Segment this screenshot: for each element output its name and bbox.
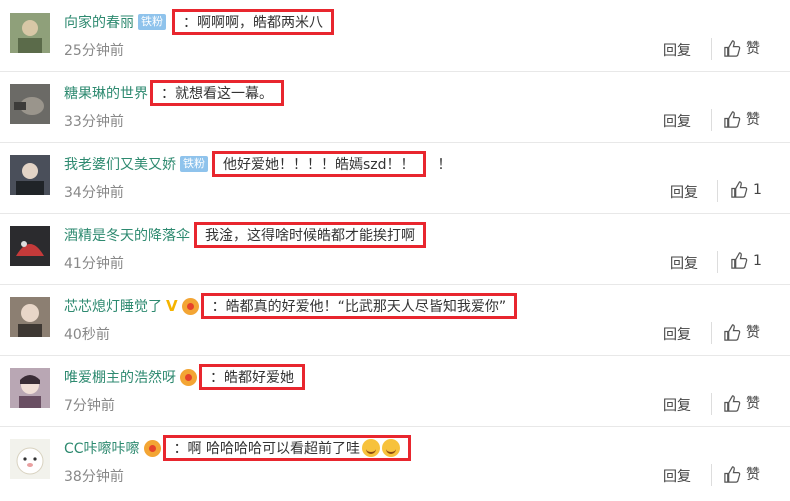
like-count: 1 (753, 252, 762, 269)
like-label: 赞 (746, 396, 760, 412)
reply-button[interactable]: 回复 (670, 253, 698, 273)
like-button[interactable]: 1 (730, 251, 762, 270)
vip-icon (180, 368, 197, 386)
username-link[interactable]: 唯爱棚主的浩然呀 (64, 367, 176, 387)
username-link[interactable]: 芯芯熄灯睡觉了 (64, 296, 162, 316)
avatar[interactable] (10, 368, 50, 408)
reply-button[interactable]: 回复 (663, 324, 691, 344)
username-link[interactable]: CC咔嚓咔嚓 (64, 438, 140, 458)
avatar[interactable] (10, 297, 50, 337)
laughing-emoji-icon (362, 439, 381, 457)
comment-item: 酒精是冬天的降落伞 我淦，这得啥时候皓都才能挨打啊 41分钟前 回复 1 (0, 213, 790, 285)
like-button[interactable]: 赞 (723, 322, 760, 342)
reply-button[interactable]: 回复 (663, 466, 691, 486)
comment-item: 我老婆们又美又娇 铁粉 他好爱她！！！！皓嫣szd！！ ！ 34分钟前 回复 1 (0, 142, 790, 214)
like-button[interactable]: 赞 (723, 464, 760, 484)
avatar[interactable] (10, 155, 50, 195)
reply-button[interactable]: 回复 (663, 40, 691, 60)
comment-text: 他好爱她！！！！皓嫣szd！！ (212, 151, 426, 177)
comment-time: 41分钟前 (64, 256, 124, 272)
comment-text-tail: ！ (437, 157, 452, 173)
thumbs-up-icon (723, 39, 742, 58)
username-link[interactable]: 向家的春丽 (64, 12, 134, 32)
comment-text-body: ：啊 哈哈哈哈可以看超前了哇 (173, 441, 361, 457)
like-label: 赞 (746, 325, 760, 341)
divider (717, 251, 718, 273)
comment-time: 25分钟前 (64, 43, 124, 59)
comment-time: 33分钟前 (64, 114, 124, 130)
username-link[interactable]: 我老婆们又美又娇 (64, 154, 176, 174)
vip-icon (181, 297, 199, 315)
like-label: 赞 (746, 112, 760, 128)
thumbs-up-icon (723, 465, 742, 484)
avatar[interactable] (10, 84, 50, 124)
comment-time: 40秒前 (64, 327, 110, 343)
fan-badge: 铁粉 (180, 156, 208, 172)
avatar[interactable] (10, 439, 50, 479)
like-button[interactable]: 赞 (723, 109, 760, 129)
thumbs-up-icon (723, 323, 742, 342)
fan-badge: 铁粉 (138, 14, 166, 30)
comment-text: 我淦，这得啥时候皓都才能挨打啊 (194, 222, 426, 248)
comment-item: 芯芯熄灯睡觉了 V ：皓都真的好爱他！“比武那天人尽皆知我爱你” 40秒前 回复… (0, 284, 790, 356)
reply-button[interactable]: 回复 (670, 182, 698, 202)
like-count: 1 (753, 181, 762, 198)
thumbs-up-icon (730, 180, 749, 199)
reply-button[interactable]: 回复 (663, 395, 691, 415)
thumbs-up-icon (723, 110, 742, 129)
avatar[interactable] (10, 13, 50, 53)
reply-button[interactable]: 回复 (663, 111, 691, 131)
vip-icon (143, 439, 161, 457)
avatar[interactable] (10, 226, 50, 266)
verified-v-icon: V (166, 297, 178, 315)
divider (711, 38, 712, 60)
like-button[interactable]: 赞 (723, 38, 760, 58)
comment-text: ：皓都真的好爱他！“比武那天人尽皆知我爱你” (200, 293, 518, 319)
comment-text: ：就想看这一幕。 (150, 80, 284, 106)
divider (717, 180, 718, 202)
like-button[interactable]: 赞 (723, 393, 760, 413)
username-link[interactable]: 酒精是冬天的降落伞 (64, 225, 190, 245)
comment-item: 唯爱棚主的浩然呀 ：皓都好爱她 7分钟前 回复 赞 (0, 355, 790, 427)
divider (711, 464, 712, 486)
divider (711, 109, 712, 131)
comment-text: ：啊 哈哈哈哈可以看超前了哇 (162, 435, 412, 461)
like-label: 赞 (746, 467, 760, 483)
comment-item: 糖果琳的世界 ：就想看这一幕。 33分钟前 回复 赞 (0, 71, 790, 143)
comment-time: 38分钟前 (64, 469, 124, 485)
comment-text: ：啊啊啊，皓都两米八 (172, 9, 334, 35)
thumbs-up-icon (730, 251, 749, 270)
laughing-emoji-icon (382, 439, 401, 457)
divider (711, 393, 712, 415)
thumbs-up-icon (723, 394, 742, 413)
comment-time: 7分钟前 (64, 398, 115, 414)
comment-item: 向家的春丽 铁粉 ：啊啊啊，皓都两米八 25分钟前 回复 赞 (0, 0, 790, 72)
comment-item: CC咔嚓咔嚓 ：啊 哈哈哈哈可以看超前了哇 38分钟前 回复 赞 (0, 426, 790, 497)
username-link[interactable]: 糖果琳的世界 (64, 83, 148, 103)
comment-time: 34分钟前 (64, 185, 124, 201)
like-button[interactable]: 1 (730, 180, 762, 199)
comment-text: ：皓都好爱她 (199, 364, 305, 390)
divider (711, 322, 712, 344)
like-label: 赞 (746, 41, 760, 57)
